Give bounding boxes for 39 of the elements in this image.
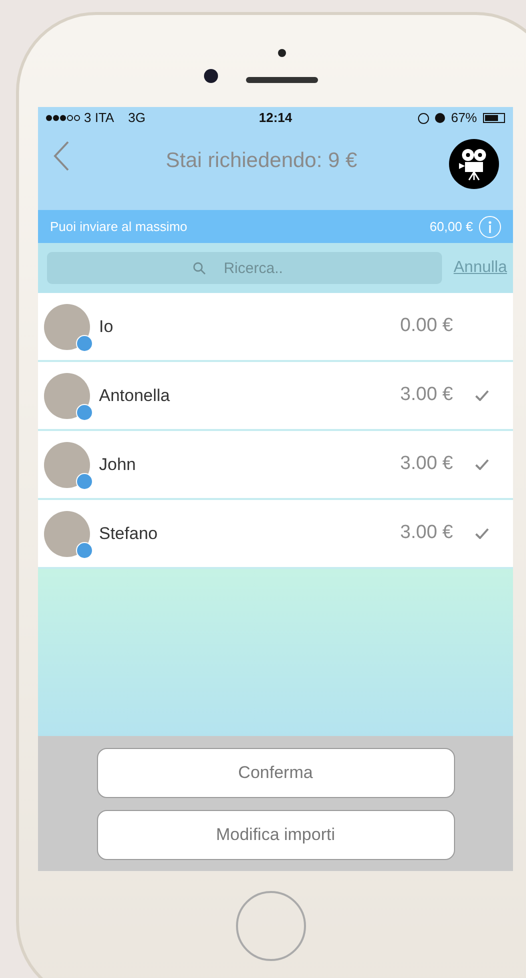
carrier-label: 3 ITA bbox=[84, 109, 114, 128]
app-badge-icon bbox=[76, 472, 93, 490]
limit-label: Puoi inviare al massimo bbox=[50, 218, 188, 236]
info-icon[interactable] bbox=[479, 216, 501, 238]
contact-name: Stefano bbox=[99, 522, 159, 545]
network-label: 3G bbox=[128, 109, 146, 128]
contact-name: Io bbox=[99, 316, 114, 338]
contact-row[interactable]: John 3.00 € bbox=[38, 431, 513, 500]
home-button[interactable] bbox=[236, 891, 306, 961]
contact-amount: 0.00 € bbox=[400, 314, 453, 338]
contact-amount: 3.00 € bbox=[400, 452, 453, 476]
sensor-icon bbox=[278, 49, 286, 57]
contact-row[interactable]: Io 0.00 € bbox=[38, 293, 513, 362]
search-field[interactable]: Ricerca.. bbox=[47, 252, 442, 284]
clock-time: 12:14 bbox=[258, 109, 292, 128]
signal-icon bbox=[46, 115, 80, 121]
movie-camera-icon[interactable] bbox=[449, 139, 499, 189]
search-icon bbox=[193, 262, 206, 275]
action-button[interactable]: Conferma bbox=[96, 748, 454, 798]
battery-icon bbox=[483, 113, 505, 123]
app-badge-icon bbox=[76, 542, 93, 558]
battery-percent: 67% bbox=[450, 109, 477, 128]
contact-row[interactable]: Stefano 3.00 € bbox=[38, 500, 513, 569]
contact-name: John bbox=[99, 454, 137, 476]
limit-amount: 60,00 € bbox=[430, 218, 473, 236]
nav-title: Stai richiedendo: 9 € bbox=[164, 148, 358, 174]
camera-icon bbox=[204, 69, 218, 83]
avatar-placeholder bbox=[44, 442, 90, 488]
speaker-grille bbox=[246, 77, 318, 83]
action-button[interactable]: Modifica importi bbox=[96, 810, 454, 860]
contact-row[interactable]: Antonella 3.00 € bbox=[38, 362, 513, 431]
contact-amount: 3.00 € bbox=[400, 521, 453, 546]
avatar-placeholder bbox=[44, 510, 90, 556]
app-badge-icon bbox=[76, 404, 93, 420]
contact-name: Antonella bbox=[99, 384, 171, 407]
avatar-placeholder bbox=[44, 304, 90, 350]
avatar-placeholder bbox=[44, 372, 90, 418]
contact-amount: 3.00 € bbox=[400, 383, 453, 408]
app-badge-icon bbox=[76, 334, 93, 352]
